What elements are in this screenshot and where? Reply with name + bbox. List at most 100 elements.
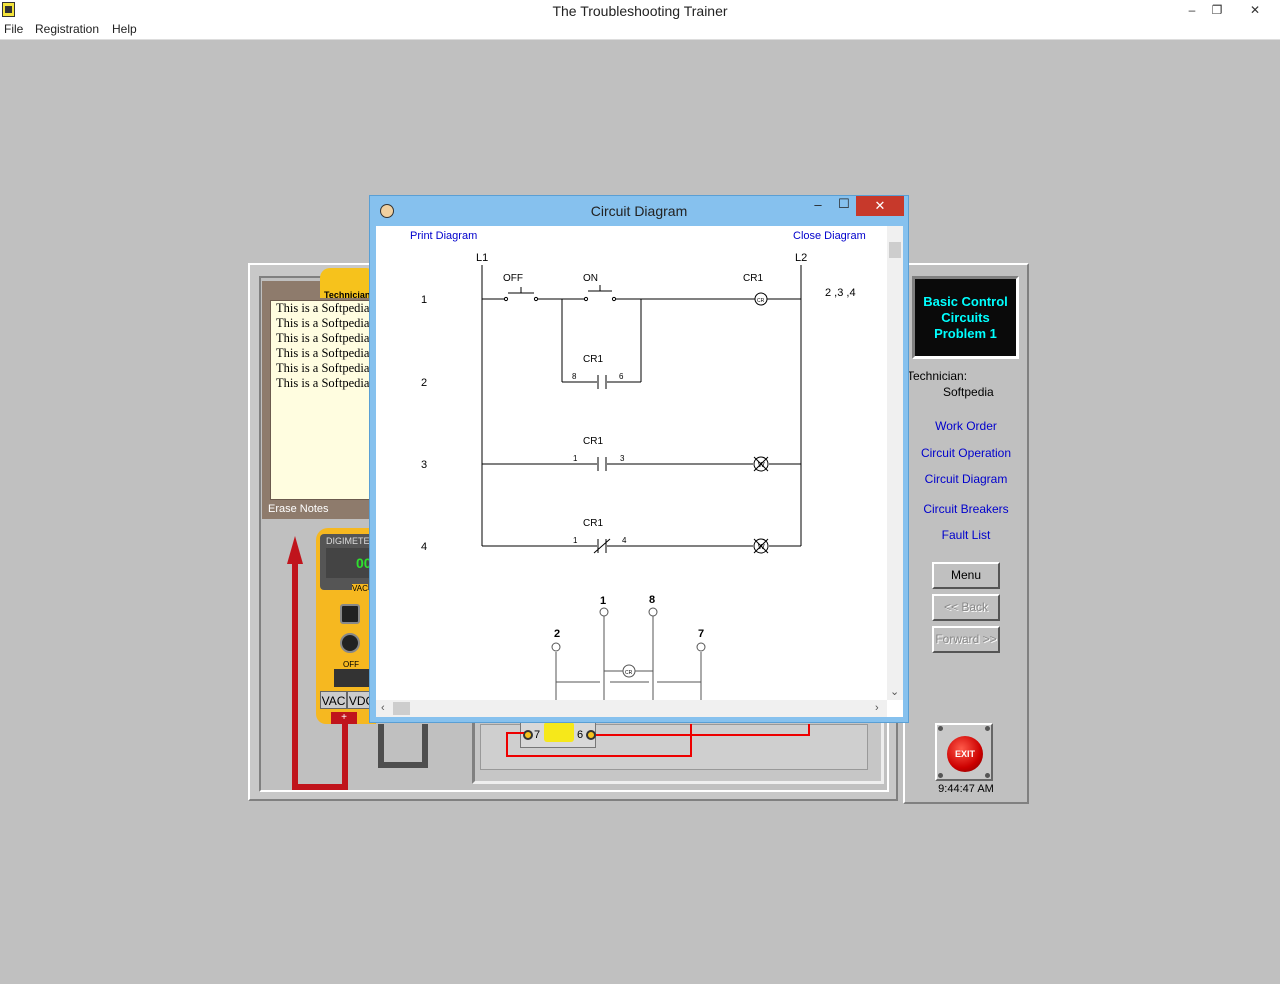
menu-button[interactable]: Menu [932, 562, 1000, 589]
cr1-contact-label: CR1 [583, 436, 603, 447]
terminal-7[interactable] [523, 730, 533, 740]
notes-text-area[interactable]: This is a Softpedia test This is a Softp… [270, 300, 370, 500]
menu-bar: File Registration Help [0, 21, 1280, 40]
contact-node [503, 296, 509, 302]
scroll-left-arrow-icon[interactable]: ‹ [381, 702, 385, 715]
dialog-maximize-button[interactable]: ☐ [836, 196, 852, 216]
pin-label: 1 [600, 595, 606, 607]
forward-button-label: Forward >> [935, 632, 997, 646]
meter-off-label: OFF [343, 660, 359, 669]
meter-plus-jack[interactable]: + [331, 712, 357, 724]
contact-node [533, 296, 539, 302]
scroll-down-arrow-icon[interactable]: ⌄ [890, 686, 899, 699]
forward-button[interactable]: Forward >> [932, 626, 1000, 653]
note-line: This is a Softpedia test [276, 361, 370, 375]
contact-number: 1 [573, 454, 578, 463]
red-wire [506, 755, 692, 757]
back-button-label: << Back [943, 600, 989, 614]
window-title: The Troubleshooting Trainer [552, 3, 728, 19]
horizontal-scroll-thumb[interactable] [393, 702, 410, 715]
screw-icon [985, 726, 990, 731]
fault-list-link[interactable]: Fault List [903, 528, 1029, 542]
work-order-link[interactable]: Work Order [903, 419, 1029, 433]
technician-name: Softpedia [943, 385, 994, 399]
relay-cr1[interactable] [544, 722, 574, 742]
rung-number: 2 [421, 377, 427, 389]
vertical-scroll-thumb[interactable] [889, 242, 901, 258]
red-wire [690, 724, 692, 757]
minimize-button[interactable]: – [1182, 1, 1202, 19]
pin-terminal-icon [648, 607, 658, 617]
rung-number: 1 [421, 294, 427, 306]
rung-number: 3 [421, 459, 427, 471]
scroll-right-arrow-icon[interactable]: › [875, 702, 879, 715]
notes-tab-label: Technician [324, 290, 371, 300]
red-test-lead[interactable] [292, 556, 298, 790]
circuit-diagram-link[interactable]: Circuit Diagram [903, 472, 1029, 486]
screw-icon [938, 726, 943, 731]
horizontal-scrollbar[interactable] [376, 700, 887, 717]
technician-label: Technician: [907, 369, 968, 383]
contact-number: 6 [619, 372, 624, 381]
terminal-6[interactable] [586, 730, 596, 740]
terminal-7-label: 7 [534, 729, 541, 741]
red-wire [808, 724, 810, 736]
ladder-diagram: L1 L2 1 2 3 4 OFF ON CR1 2 ,3 ,4 CR1 CR1… [421, 252, 856, 700]
red-probe-tip-icon[interactable] [287, 536, 303, 564]
pin-terminal-icon [696, 642, 706, 652]
contact-number: 8 [572, 372, 577, 381]
circuit-breakers-link[interactable]: Circuit Breakers [903, 502, 1029, 516]
vertical-scrollbar[interactable] [887, 226, 903, 700]
note-line: This is a Softpedia test [276, 331, 370, 345]
back-button[interactable]: << Back [932, 594, 1000, 621]
black-lead-wire [422, 724, 428, 768]
menu-help[interactable]: Help [112, 22, 137, 36]
problem-title-line: Problem 1 [934, 326, 997, 341]
pin-label: 8 [649, 594, 655, 606]
pin-terminal-icon [599, 607, 609, 617]
dialog-minimize-button[interactable]: – [810, 197, 826, 217]
contact-node [611, 296, 617, 302]
screw-icon [938, 773, 943, 778]
title-bar: The Troubleshooting Trainer – ❐ ✕ [0, 0, 1280, 21]
contact-number: 3 [620, 454, 625, 463]
note-line: This is a Softpedia test [276, 316, 370, 330]
restore-button[interactable]: ❐ [1207, 1, 1227, 19]
coil-symbol-text: CR [757, 298, 765, 304]
cr1-contact-label: CR1 [583, 354, 603, 365]
terminal-6-label: 6 [577, 729, 584, 741]
red-lead-wire [292, 784, 348, 790]
menu-registration[interactable]: Registration [35, 22, 99, 36]
black-lead-wire [378, 762, 428, 768]
erase-notes-button[interactable]: Erase Notes [268, 503, 329, 515]
red-wire [506, 732, 524, 734]
dialog-close-button[interactable]: ✕ [856, 196, 904, 216]
relay-coil-text: CR [625, 670, 633, 676]
circuit-operation-link[interactable]: Circuit Operation [903, 446, 1029, 460]
l1-label: L1 [476, 252, 488, 264]
off-button-label: OFF [503, 273, 523, 284]
close-button[interactable]: ✕ [1232, 1, 1278, 19]
pin-label: 7 [698, 628, 704, 640]
menu-button-label: Menu [950, 568, 982, 582]
problem-title-line: Circuits [941, 310, 990, 325]
on-button-label: ON [583, 273, 598, 284]
pin-terminal-icon [551, 642, 561, 652]
cr1-contacts-ref: 2 ,3 ,4 [825, 287, 856, 299]
meter-range-button[interactable] [340, 633, 360, 653]
note-line: This is a Softpedia test [276, 346, 370, 360]
contact-number: 4 [622, 536, 627, 545]
menu-file[interactable]: File [4, 22, 23, 36]
rung-number: 4 [421, 541, 427, 553]
pin-label: 2 [554, 628, 560, 640]
problem-title: Basic Control Circuits Problem 1 [912, 294, 1019, 342]
note-line: This is a Softpedia test [276, 301, 370, 315]
meter-mode-indicator: VAC [352, 584, 368, 593]
exit-button[interactable]: EXIT [947, 736, 983, 772]
note-line: This is a Softpedia test [276, 376, 370, 390]
dialog-title: Circuit Diagram [590, 203, 688, 219]
clock: 9:44:47 AM [938, 783, 994, 795]
meter-vac-button[interactable]: VAC [320, 691, 347, 709]
meter-hold-button[interactable] [340, 604, 360, 624]
red-wire [596, 734, 810, 736]
